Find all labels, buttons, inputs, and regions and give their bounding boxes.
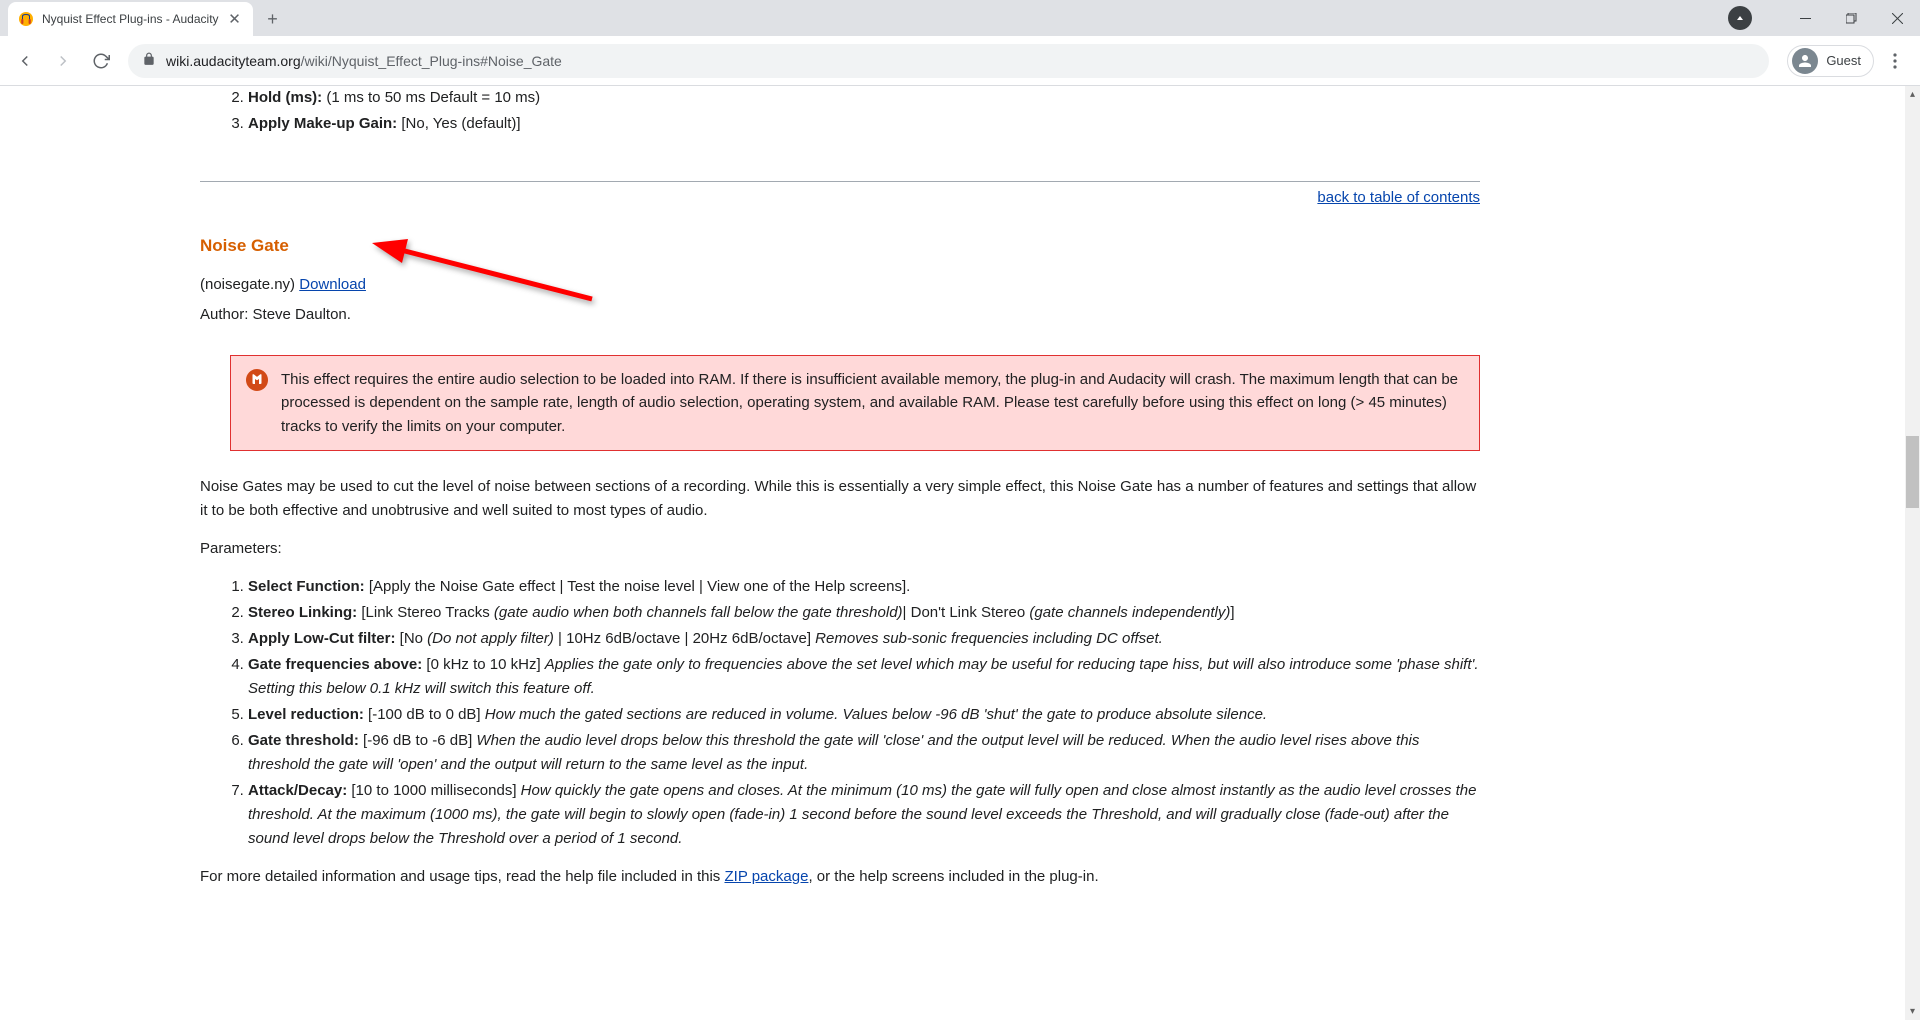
parameters-label: Parameters:: [200, 537, 1480, 561]
section-separator: back to table of contents: [200, 181, 1480, 210]
list-item: Hold (ms): (1 ms to 50 ms Default = 10 m…: [248, 86, 1480, 110]
page-content: Hold (ms): (1 ms to 50 ms Default = 10 m…: [0, 86, 1905, 903]
intro-paragraph: Noise Gates may be used to cut the level…: [200, 475, 1480, 523]
browser-menu-button[interactable]: [1878, 44, 1912, 78]
tab-close-button[interactable]: ✕: [227, 11, 243, 27]
download-line: (noisegate.ny) Download: [200, 273, 1480, 297]
reload-button[interactable]: [84, 44, 118, 78]
browser-toolbar: wiki.audacityteam.org/wiki/Nyquist_Effec…: [0, 36, 1920, 86]
zip-package-link[interactable]: ZIP package: [724, 868, 808, 885]
param-item: Attack/Decay: [10 to 1000 milliseconds] …: [248, 779, 1480, 851]
browser-chrome: Nyquist Effect Plug-ins - Audacity ✕ + w…: [0, 0, 1920, 86]
param-item: Apply Low-Cut filter: [No (Do not apply …: [248, 627, 1480, 651]
author-line: Author: Steve Daulton.: [200, 303, 1480, 327]
tab-strip: Nyquist Effect Plug-ins - Audacity ✕ +: [0, 0, 1920, 36]
window-close-button[interactable]: [1874, 0, 1920, 36]
more-info-paragraph: For more detailed information and usage …: [200, 865, 1480, 889]
forward-button[interactable]: [46, 44, 80, 78]
param-item: Level reduction: [-100 dB to 0 dB] How m…: [248, 703, 1480, 727]
incognito-indicator[interactable]: [1728, 6, 1752, 30]
back-to-toc-link[interactable]: back to table of contents: [1317, 189, 1480, 206]
warning-box: This effect requires the entire audio se…: [230, 355, 1480, 451]
warning-icon: [245, 368, 269, 392]
audacity-favicon: [18, 11, 34, 27]
vertical-scrollbar[interactable]: ▴ ▾: [1905, 86, 1920, 1020]
warning-text: This effect requires the entire audio se…: [281, 371, 1458, 435]
new-tab-button[interactable]: +: [259, 5, 287, 33]
scroll-up-button[interactable]: ▴: [1905, 86, 1920, 103]
window-minimize-button[interactable]: [1782, 0, 1828, 36]
section-heading-noise-gate: Noise Gate: [200, 232, 1480, 259]
address-bar[interactable]: wiki.audacityteam.org/wiki/Nyquist_Effec…: [128, 44, 1769, 78]
lock-icon: [142, 52, 156, 69]
list-item: Apply Make-up Gain: [No, Yes (default)]: [248, 112, 1480, 136]
parameters-list: Select Function: [Apply the Noise Gate e…: [200, 575, 1480, 851]
scroll-track[interactable]: [1905, 103, 1920, 1003]
tab-title: Nyquist Effect Plug-ins - Audacity: [42, 12, 219, 26]
window-maximize-button[interactable]: [1828, 0, 1874, 36]
param-item: Stereo Linking: [Link Stereo Tracks (gat…: [248, 601, 1480, 625]
scroll-thumb[interactable]: [1906, 436, 1919, 508]
url-text: wiki.audacityteam.org/wiki/Nyquist_Effec…: [166, 53, 562, 69]
avatar-icon: [1792, 48, 1818, 74]
param-item: Select Function: [Apply the Noise Gate e…: [248, 575, 1480, 599]
scroll-down-button[interactable]: ▾: [1905, 1003, 1920, 1020]
window-controls: [1728, 0, 1920, 36]
download-link[interactable]: Download: [299, 276, 366, 293]
param-item: Gate threshold: [-96 dB to -6 dB] When t…: [248, 729, 1480, 777]
upper-parameter-list: Hold (ms): (1 ms to 50 ms Default = 10 m…: [200, 86, 1480, 136]
profile-button[interactable]: Guest: [1787, 45, 1874, 77]
param-item: Gate frequencies above: [0 kHz to 10 kHz…: [248, 653, 1480, 701]
back-button[interactable]: [8, 44, 42, 78]
page-viewport: Hold (ms): (1 ms to 50 ms Default = 10 m…: [0, 86, 1920, 1020]
browser-tab[interactable]: Nyquist Effect Plug-ins - Audacity ✕: [8, 2, 253, 36]
